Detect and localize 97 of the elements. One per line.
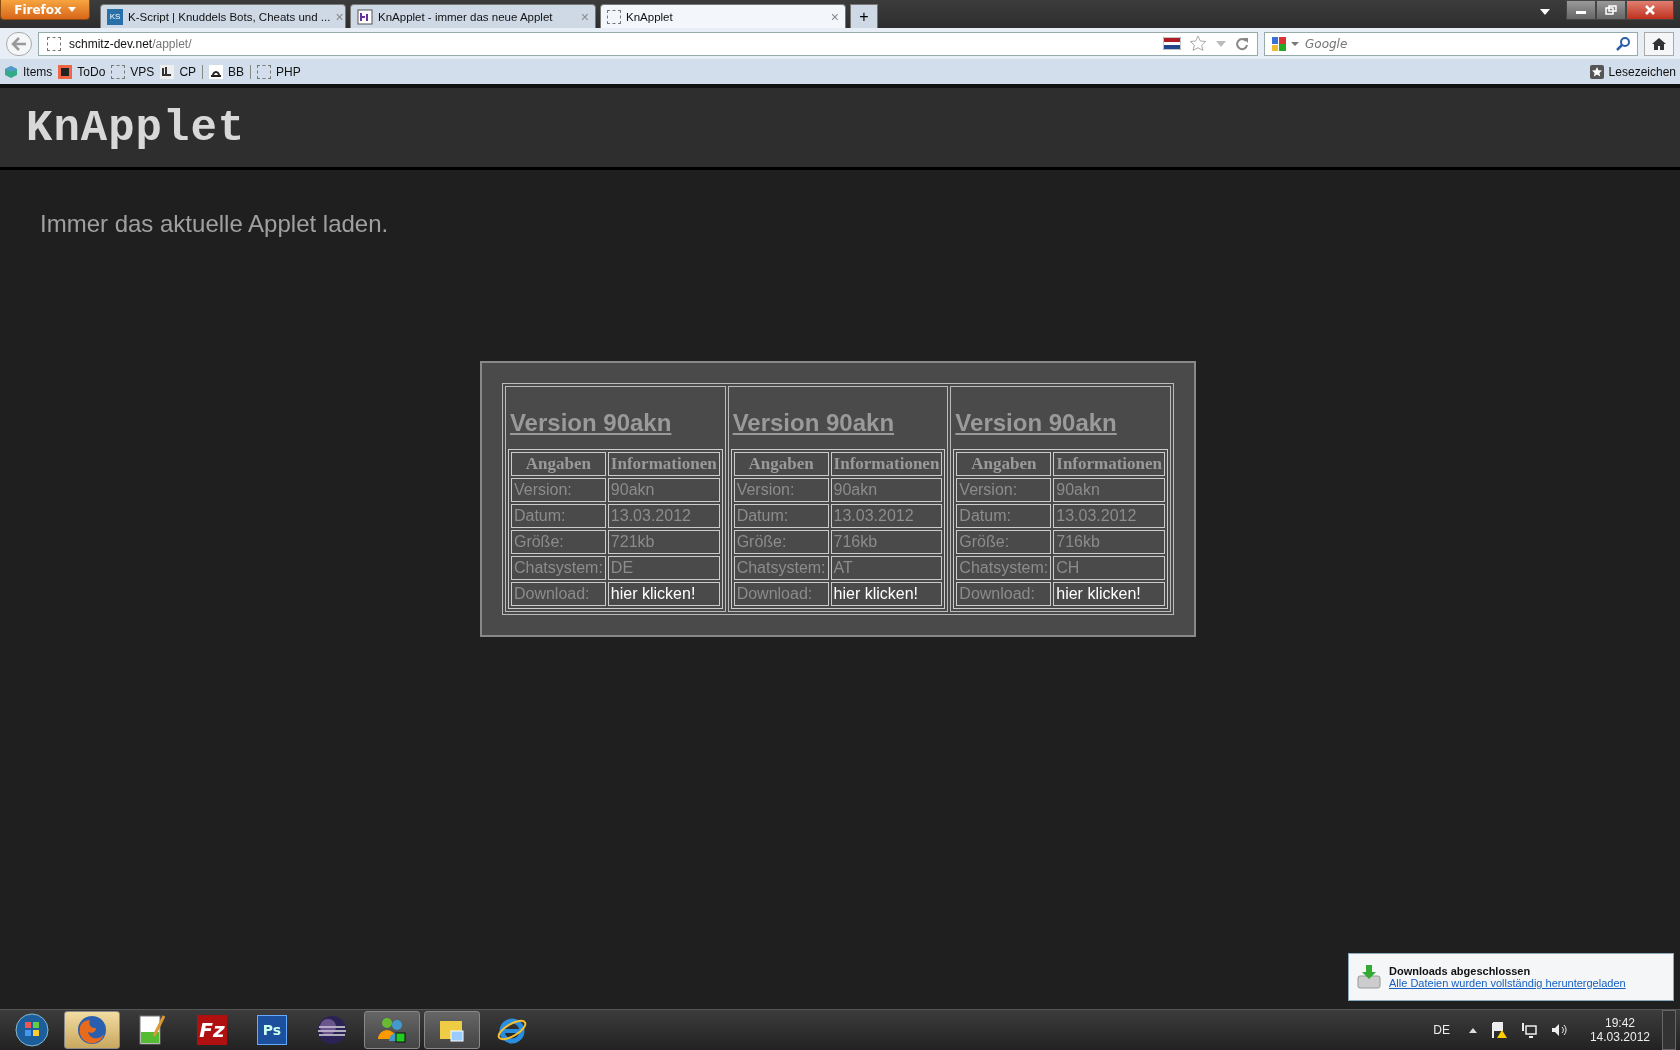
table-cell: 13.03.2012: [607, 504, 720, 528]
table-cell: 13.03.2012: [830, 504, 943, 528]
table-cell: 13.03.2012: [1053, 504, 1166, 528]
dropdown-icon[interactable]: [1540, 9, 1550, 15]
home-icon: [1651, 36, 1667, 51]
table-cell: Datum:: [510, 504, 606, 528]
tab-title: K-Script | Knuddels Bots, Cheats und ...: [128, 10, 331, 23]
download-drive-icon: [1357, 964, 1381, 990]
bookmark-item[interactable]: VPS: [111, 64, 155, 79]
search-bar[interactable]: Google: [1264, 31, 1638, 56]
home-button[interactable]: [1644, 31, 1674, 56]
table-cell: Größe:: [510, 530, 606, 554]
back-arrow-icon: [11, 36, 27, 51]
table-cell: Größe:: [733, 530, 829, 554]
filezilla-icon: Fz: [197, 1015, 227, 1045]
bookmark-item[interactable]: PHP: [257, 64, 301, 79]
bookmark-item[interactable]: CP: [160, 64, 204, 79]
hat-icon: [209, 64, 224, 79]
table-cell: 716kb: [1053, 530, 1166, 554]
table-cell: DE: [607, 556, 720, 580]
table-cell: Download:: [956, 582, 1052, 606]
tool-icon: [160, 64, 175, 79]
page-icon: [357, 8, 373, 25]
table-cell: Datum:: [956, 504, 1052, 528]
notification-link[interactable]: Alle Dateien wurden vollständig heruntergeladen: [1389, 977, 1626, 989]
clock[interactable]: 19:42 14.03.2012: [1589, 1016, 1650, 1044]
star-icon: [1589, 64, 1604, 79]
table-cell: Version:: [956, 478, 1052, 502]
bookmark-item[interactable]: Items: [4, 64, 53, 79]
clock-date: 14.03.2012: [1589, 1030, 1650, 1044]
show-hidden-icons[interactable]: [1467, 1026, 1478, 1034]
blank-page-icon: [111, 64, 126, 79]
table-header: Angaben: [733, 452, 829, 476]
flag-icon: [1163, 37, 1181, 50]
notepad-icon: [58, 64, 73, 79]
caret-icon: [67, 7, 76, 12]
reload-icon[interactable]: [1235, 36, 1249, 51]
close-icon[interactable]: [1626, 0, 1674, 20]
taskbar-app[interactable]: Fz: [184, 1011, 240, 1049]
table-cell: Version:: [510, 478, 606, 502]
flag-warning-icon[interactable]: [1489, 1021, 1508, 1039]
bookmark-item[interactable]: ToDo: [58, 64, 106, 79]
table-header: Informationen: [1053, 452, 1166, 476]
site-icon: KS: [107, 8, 123, 25]
site-logo: KnApplet: [26, 102, 246, 153]
browser-tab[interactable]: KnApplet ×: [600, 4, 846, 28]
table-cell: 90akn: [1053, 478, 1166, 502]
bookmarks-menu[interactable]: Lesezeichen: [1589, 64, 1676, 79]
search-icon[interactable]: [1615, 35, 1631, 52]
google-icon: [1271, 35, 1287, 52]
table-header: Angaben: [510, 452, 606, 476]
new-tab-button[interactable]: +: [850, 4, 878, 28]
address-field[interactable]: schmitz-dev.net/applet/: [38, 31, 1258, 56]
bookmark-item[interactable]: BB: [209, 64, 252, 79]
tab-title: KnApplet: [626, 10, 674, 23]
browser-tab[interactable]: KS K-Script | Knuddels Bots, Cheats und ... ×: [100, 4, 346, 28]
notification-title: Downloads abgeschlossen: [1389, 965, 1532, 977]
page-subtitle: Immer das aktuelle Applet laden.: [40, 210, 390, 238]
language-indicator[interactable]: DE: [1433, 1023, 1450, 1037]
restore-icon[interactable]: [1596, 0, 1626, 20]
start-orb-icon: [14, 1012, 50, 1048]
table-cell: 721kb: [607, 530, 720, 554]
url-text: schmitz-dev.net/applet/: [69, 36, 192, 51]
table-cell: 716kb: [830, 530, 943, 554]
table-cell: Chatsystem:: [510, 556, 606, 580]
table-header: Informationen: [830, 452, 943, 476]
table-cell: Download:: [733, 582, 829, 606]
blank-page-icon: [47, 36, 61, 51]
globe-fox-icon: [76, 1014, 108, 1046]
minimize-icon[interactable]: [1566, 0, 1596, 20]
taskbar-app[interactable]: Ps: [244, 1011, 300, 1049]
table-cell: 90akn: [830, 478, 943, 502]
table-cell: Version:: [733, 478, 829, 502]
blank-page-icon: [607, 9, 621, 24]
table-cell: Größe:: [956, 530, 1052, 554]
table-header: Angaben: [956, 452, 1052, 476]
taskbar-app[interactable]: [424, 1011, 480, 1049]
browser-tab[interactable]: KnApplet - immer das neue Applet ×: [350, 4, 596, 28]
star-icon[interactable]: [1189, 35, 1207, 52]
eclipse-icon: [316, 1014, 348, 1046]
table-header: Informationen: [607, 452, 720, 476]
photoshop-icon: Ps: [257, 1015, 287, 1045]
notepad-icon: [138, 1014, 166, 1046]
people-icon: [376, 1015, 408, 1045]
cube-icon: [4, 64, 18, 79]
table-cell: Datum:: [733, 504, 829, 528]
table-cell: CH: [1053, 556, 1166, 580]
back-button[interactable]: [6, 31, 32, 56]
table-cell: Download:: [510, 582, 606, 606]
table-cell: AT: [830, 556, 943, 580]
network-icon[interactable]: [1519, 1021, 1538, 1039]
table-cell: Chatsystem:: [733, 556, 829, 580]
clock-time: 19:42: [1604, 1016, 1635, 1030]
blank-page-icon: [257, 64, 272, 79]
tab-title: KnApplet - immer das neue Applet: [378, 10, 554, 23]
table-cell: 90akn: [607, 478, 720, 502]
table-cell: Chatsystem:: [956, 556, 1052, 580]
